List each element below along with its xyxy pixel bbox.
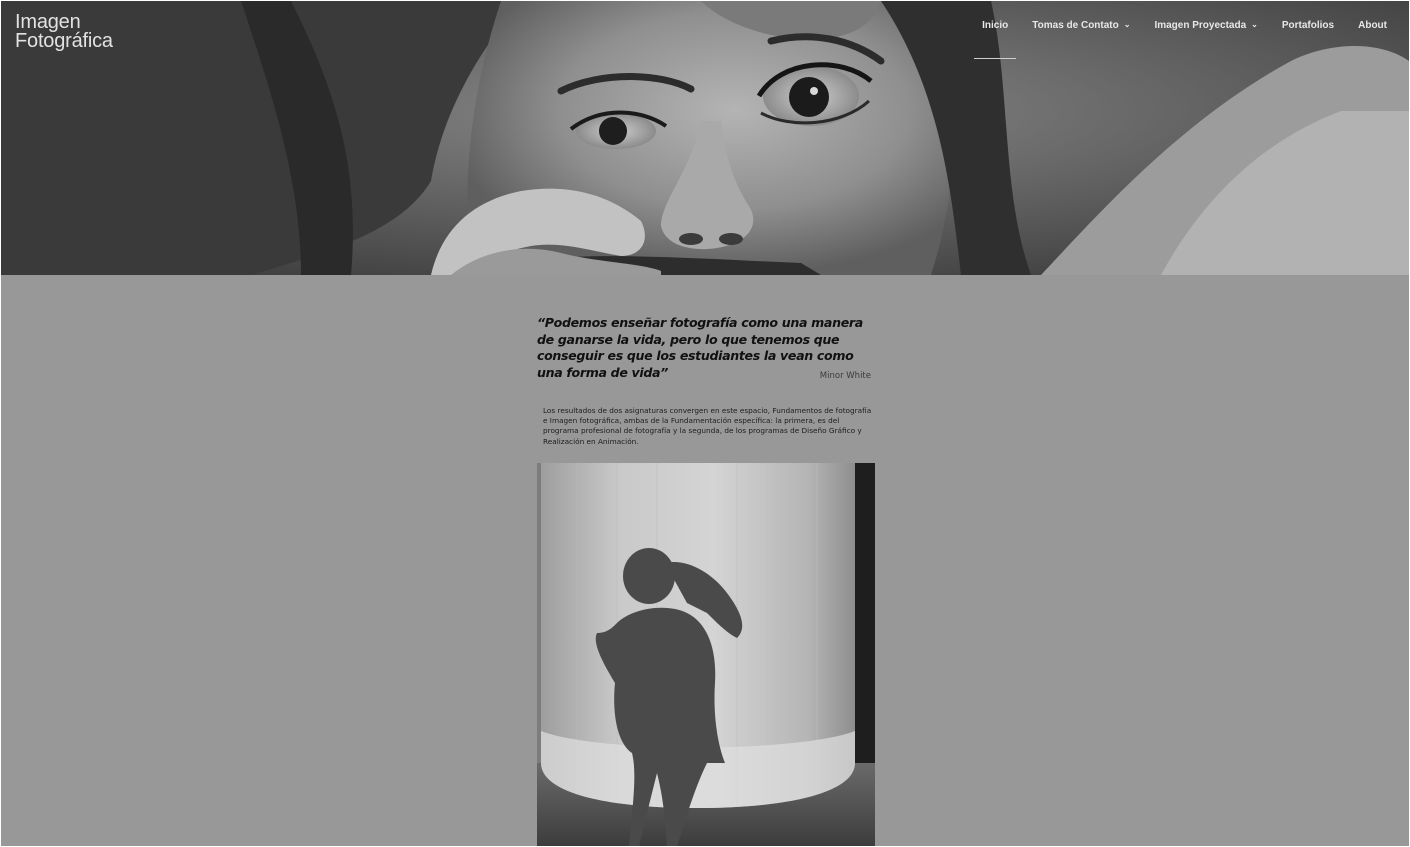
nav-item-inicio[interactable]: Inicio	[974, 1, 1017, 59]
nav-item-imagen-proyectada[interactable]: Imagen Proyectada ⌄	[1146, 1, 1265, 40]
featured-photo	[537, 463, 875, 846]
intro-paragraph: Los resultados de dos asignaturas conver…	[543, 406, 872, 446]
nav-item-portafolios[interactable]: Portafolios	[1274, 1, 1342, 40]
chevron-down-icon: ⌄	[1123, 20, 1131, 29]
quote-author: Minor White	[819, 371, 871, 381]
nav-label: Portafolios	[1281, 20, 1335, 31]
nav-item-about[interactable]: About	[1350, 1, 1395, 40]
chevron-down-icon: ⌄	[1251, 20, 1258, 29]
nav-label: Imagen Proyectada	[1154, 20, 1247, 31]
page: Imagen Fotográfica Inicio Tomas de Conta…	[1, 1, 1409, 846]
nav-label: About	[1358, 20, 1387, 31]
shadow-photo	[537, 463, 875, 846]
nav-label: Tomas de Contato	[1032, 20, 1119, 31]
logo-line-2: Fotográfica	[15, 30, 113, 52]
nav-item-tomas-de-contato[interactable]: Tomas de Contato ⌄	[1024, 1, 1138, 40]
site-logo[interactable]: Imagen Fotográfica	[15, 12, 113, 52]
nav-label: Inicio	[982, 20, 1009, 31]
main-nav: Inicio Tomas de Contato ⌄ Imagen Proyecta…	[966, 1, 1395, 59]
hero-banner: Imagen Fotográfica Inicio Tomas de Conta…	[1, 1, 1409, 275]
